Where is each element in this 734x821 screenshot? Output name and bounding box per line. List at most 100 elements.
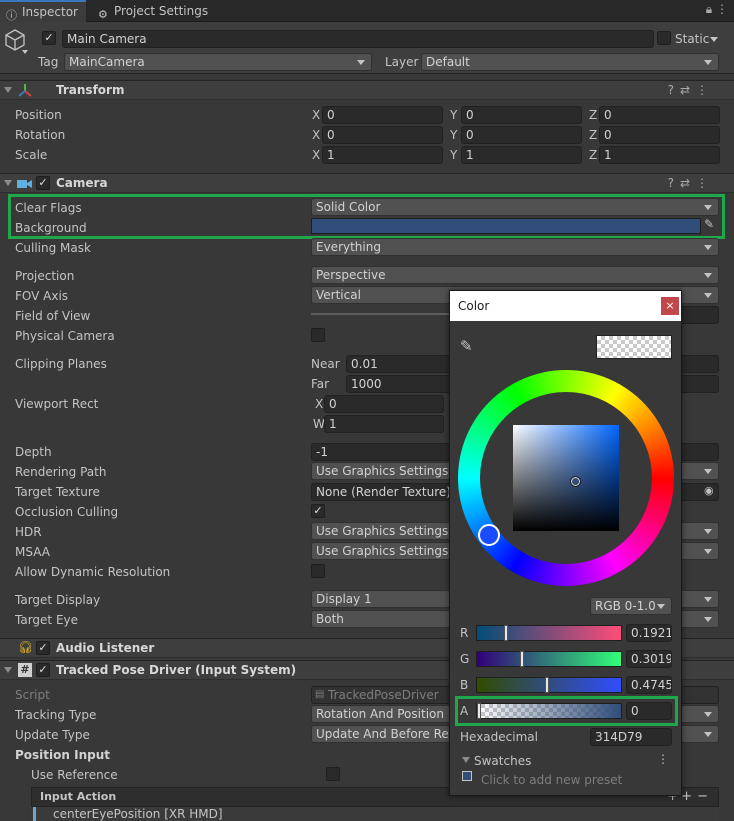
- color-mode-dropdown[interactable]: RGB 0-1.0: [590, 597, 672, 615]
- fov-value-field[interactable]: [676, 306, 719, 324]
- camera-title: Camera: [56, 176, 108, 190]
- g-value-field[interactable]: 0.30196: [626, 650, 672, 668]
- position-x-axis[interactable]: X: [312, 107, 320, 123]
- rendering-path-label: Rendering Path: [15, 465, 107, 479]
- color-picker-popup: Color × ✎ RGB 0-1.0 R 0.19215 G 0.30196 …: [449, 290, 682, 796]
- viewport-w-field[interactable]: 1: [324, 415, 444, 433]
- swatches-hint: Click to add new preset: [481, 773, 623, 787]
- b-slider-thumb[interactable]: [545, 677, 549, 693]
- rotation-y-field[interactable]: 0: [461, 126, 582, 144]
- audio-listener-checkbox[interactable]: ✓: [36, 641, 50, 655]
- highlight-box-alpha: [455, 696, 678, 726]
- tag-dropdown[interactable]: MainCamera: [64, 53, 372, 71]
- close-button[interactable]: ×: [661, 297, 679, 315]
- rotation-y-axis[interactable]: Y: [450, 127, 457, 143]
- rotation-x-axis[interactable]: X: [312, 127, 320, 143]
- saturation-value-square[interactable]: [513, 425, 619, 531]
- static-dropdown-icon[interactable]: [710, 37, 718, 42]
- object-picker-icon[interactable]: ◉: [704, 484, 714, 497]
- static-checkbox[interactable]: [657, 31, 671, 45]
- collapse-arrow-icon[interactable]: [4, 87, 12, 93]
- viewport-x-field[interactable]: 0: [324, 395, 444, 413]
- use-reference-checkbox[interactable]: [326, 767, 340, 781]
- occlusion-culling-checkbox[interactable]: ✓: [311, 504, 325, 518]
- camera-enabled-checkbox[interactable]: ✓: [36, 176, 50, 190]
- rotation-x-field[interactable]: 0: [322, 126, 443, 144]
- color-picker-title-bar[interactable]: Color ×: [450, 291, 681, 321]
- g-slider-thumb[interactable]: [520, 651, 524, 667]
- tab-menu-icons[interactable]: 🔒︎ ⋮: [706, 2, 728, 17]
- camera-header[interactable]: ✓ Camera ?⇄⋮: [0, 173, 734, 193]
- component-header-icons[interactable]: ?⇄⋮: [668, 176, 714, 190]
- collapse-arrow-icon[interactable]: [4, 180, 12, 186]
- preset-icon[interactable]: ⇄: [680, 83, 696, 97]
- use-reference-label: Use Reference: [31, 768, 118, 782]
- add-binding-icon[interactable]: +: [681, 789, 692, 804]
- r-label: R: [460, 626, 469, 640]
- layer-dropdown[interactable]: Default: [421, 53, 719, 71]
- position-x-field[interactable]: 0: [322, 106, 443, 124]
- sv-handle[interactable]: [570, 476, 581, 487]
- component-menu-icon[interactable]: ⋮: [696, 83, 714, 97]
- audio-listener-title: Audio Listener: [56, 641, 155, 655]
- tracked-pose-checkbox[interactable]: ✓: [36, 663, 50, 677]
- binding-row[interactable]: centerEyePosition [XR HMD]: [31, 807, 719, 821]
- tab-project-settings[interactable]: ⚙ Project Settings: [92, 0, 212, 22]
- b-value-field[interactable]: 0.47450: [626, 676, 672, 694]
- rotation-z-field[interactable]: 0: [599, 126, 720, 144]
- b-slider[interactable]: [476, 677, 622, 693]
- lock-icon[interactable]: 🔒︎: [706, 2, 712, 16]
- tab-inspector[interactable]: ⓘ Inspector: [0, 0, 86, 22]
- transform-header[interactable]: Transform ?⇄⋮: [0, 80, 734, 100]
- static-label: Static: [675, 32, 710, 46]
- layer-label: Layer: [385, 55, 419, 69]
- collapse-arrow-icon[interactable]: [4, 667, 12, 673]
- scale-z-field[interactable]: 1: [599, 146, 720, 164]
- swatches-arrow-icon[interactable]: [462, 757, 470, 763]
- projection-label: Projection: [15, 269, 75, 283]
- help-icon[interactable]: ?: [668, 176, 680, 190]
- scale-y-axis[interactable]: Y: [450, 147, 457, 163]
- gameobject-name-field[interactable]: Main Camera: [62, 30, 654, 48]
- remove-icon[interactable]: −: [697, 789, 708, 804]
- r-slider-thumb[interactable]: [504, 625, 508, 641]
- active-checkbox[interactable]: ✓: [42, 31, 56, 45]
- component-menu-icon[interactable]: ⋮: [696, 176, 714, 190]
- physical-camera-checkbox[interactable]: [311, 328, 325, 342]
- scale-x-axis[interactable]: X: [312, 147, 320, 163]
- position-z-field[interactable]: 0: [599, 106, 720, 124]
- help-icon[interactable]: ?: [668, 83, 680, 97]
- position-y-field[interactable]: 0: [461, 106, 582, 124]
- viewport-x-axis[interactable]: X: [315, 396, 323, 412]
- fov-axis-label: FOV Axis: [15, 289, 69, 303]
- rotation-z-axis[interactable]: Z: [589, 127, 597, 143]
- tab-bar: ⓘ Inspector ⚙ Project Settings 🔒︎ ⋮: [0, 0, 734, 22]
- eyedropper-icon[interactable]: ✎: [460, 337, 473, 355]
- scale-z-axis[interactable]: Z: [589, 147, 597, 163]
- projection-dropdown[interactable]: Perspective: [311, 266, 719, 284]
- position-z-axis[interactable]: Z: [589, 107, 597, 123]
- hex-field[interactable]: 314D79: [590, 728, 672, 746]
- icon-dropdown-icon[interactable]: [22, 50, 28, 54]
- far-label: Far: [311, 377, 330, 391]
- script-value: TrackedPoseDriver: [328, 688, 439, 702]
- update-type-label: Update Type: [15, 728, 90, 742]
- dynamic-resolution-checkbox[interactable]: [311, 564, 325, 578]
- dynamic-resolution-label: Allow Dynamic Resolution: [15, 565, 171, 579]
- swatch-preset-icon[interactable]: [462, 771, 472, 781]
- r-value-field[interactable]: 0.19215: [626, 624, 672, 642]
- swatches-menu-icon[interactable]: ⋮: [657, 752, 669, 766]
- scale-x-field[interactable]: 1: [322, 146, 443, 164]
- viewport-rect-label: Viewport Rect: [15, 397, 99, 411]
- preset-icon[interactable]: ⇄: [680, 176, 696, 190]
- r-slider[interactable]: [476, 625, 622, 641]
- depth-label: Depth: [15, 445, 52, 459]
- culling-mask-dropdown[interactable]: Everything: [311, 238, 719, 256]
- g-slider[interactable]: [476, 651, 622, 667]
- component-header-icons[interactable]: ?⇄⋮: [668, 83, 714, 97]
- scale-y-field[interactable]: 1: [461, 146, 582, 164]
- culling-mask-label: Culling Mask: [15, 241, 91, 255]
- hue-handle[interactable]: [478, 524, 500, 546]
- position-y-axis[interactable]: Y: [450, 107, 457, 123]
- kebab-menu-icon[interactable]: ⋮: [716, 2, 728, 16]
